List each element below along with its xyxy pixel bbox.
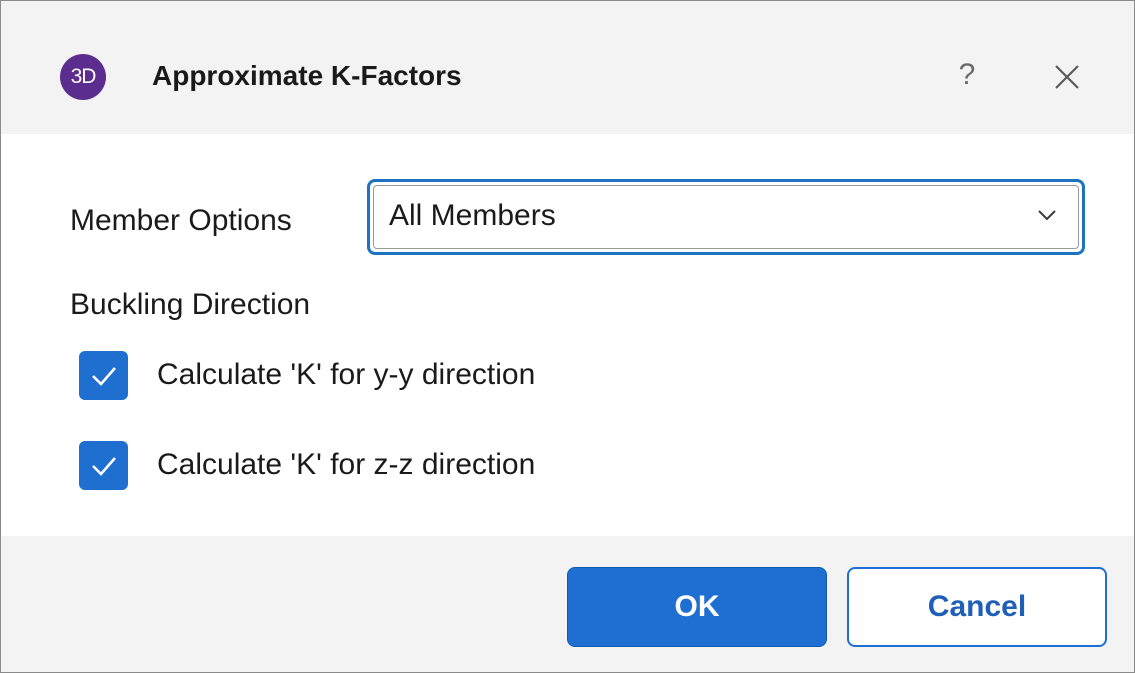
- chevron-down-icon: [1036, 208, 1058, 222]
- checkmark-icon: [92, 367, 116, 386]
- checkbox-label-z-z: Calculate 'K' for z-z direction: [157, 448, 536, 481]
- checkbox-y-y[interactable]: [79, 351, 128, 400]
- dialog-footer: OK Cancel: [1, 536, 1134, 672]
- member-options-selected-value: All Members: [389, 199, 556, 232]
- member-options-select[interactable]: All Members: [367, 179, 1085, 255]
- checkmark-icon: [92, 457, 116, 476]
- close-icon[interactable]: [1047, 57, 1087, 97]
- checkbox-label-y-y: Calculate 'K' for y-y direction: [157, 358, 536, 391]
- buckling-direction-heading: Buckling Direction: [70, 288, 311, 321]
- approximate-k-factors-dialog: 3D Approximate K-Factors ? Member Option…: [0, 0, 1135, 673]
- app-logo-icon: 3D: [60, 54, 106, 100]
- ok-button[interactable]: OK: [567, 567, 827, 647]
- member-options-label: Member Options: [70, 204, 292, 237]
- help-icon[interactable]: ?: [949, 53, 985, 97]
- title-bar: 3D Approximate K-Factors ?: [1, 1, 1134, 134]
- cancel-button[interactable]: Cancel: [847, 567, 1107, 647]
- dialog-title: Approximate K-Factors: [152, 60, 462, 91]
- dialog-content: Member Options All Members Buckling Dire…: [1, 134, 1134, 536]
- checkbox-z-z[interactable]: [79, 441, 128, 490]
